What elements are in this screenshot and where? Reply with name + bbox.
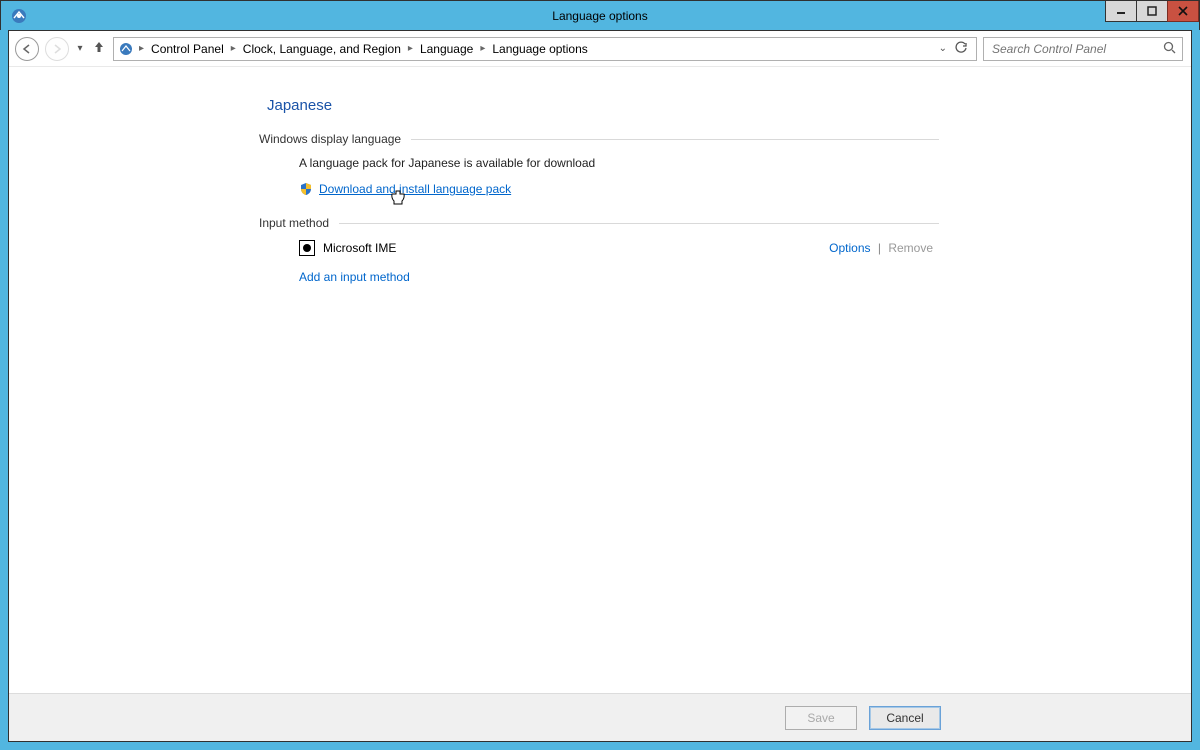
section-label: Windows display language xyxy=(259,132,411,146)
maximize-button[interactable] xyxy=(1136,1,1168,22)
client-area: ▾ ▸ Control Panel ▸ Clock, Language, and… xyxy=(8,30,1192,742)
breadcrumb-item[interactable]: Language options xyxy=(488,42,591,56)
content-area: Japanese Windows display language A lang… xyxy=(9,67,1191,693)
cancel-button[interactable]: Cancel xyxy=(869,706,941,730)
ime-actions: Options | Remove xyxy=(829,241,933,255)
button-bar: Save Cancel xyxy=(9,693,1191,741)
breadcrumb-item[interactable]: Control Panel xyxy=(147,42,228,56)
search-icon[interactable] xyxy=(1163,41,1176,57)
close-button[interactable] xyxy=(1167,1,1199,22)
chevron-right-icon[interactable]: ▸ xyxy=(405,43,416,54)
breadcrumb: Control Panel ▸ Clock, Language, and Reg… xyxy=(147,42,592,56)
minimize-button[interactable] xyxy=(1105,1,1137,22)
recent-locations-dropdown[interactable]: ▾ xyxy=(75,43,85,54)
window-title: Language options xyxy=(1,9,1199,23)
page-title: Japanese xyxy=(267,97,1191,114)
save-button[interactable]: Save xyxy=(785,706,857,730)
section-label: Input method xyxy=(259,216,339,230)
chevron-right-icon[interactable]: ▸ xyxy=(228,43,239,54)
chevron-right-icon[interactable]: ▸ xyxy=(136,43,147,54)
ime-icon xyxy=(299,240,315,256)
ime-remove-link: Remove xyxy=(888,241,933,255)
divider xyxy=(339,223,939,224)
back-button[interactable] xyxy=(15,37,39,61)
forward-button[interactable] xyxy=(45,37,69,61)
add-input-method-link[interactable]: Add an input method xyxy=(299,270,410,284)
breadcrumb-item[interactable]: Language xyxy=(416,42,477,56)
input-method-section: Input method Microsoft IME Options | Rem… xyxy=(259,216,939,284)
address-bar[interactable]: ▸ Control Panel ▸ Clock, Language, and R… xyxy=(113,37,977,61)
search-box[interactable] xyxy=(983,37,1183,61)
system-menu-icon[interactable] xyxy=(7,4,31,28)
display-language-section: Windows display language A language pack… xyxy=(259,132,939,196)
location-icon xyxy=(116,41,136,57)
ime-options-link[interactable]: Options xyxy=(829,241,870,255)
window-controls xyxy=(1106,1,1199,22)
search-input[interactable] xyxy=(990,41,1163,57)
ime-name: Microsoft IME xyxy=(323,241,396,255)
display-language-info: A language pack for Japanese is availabl… xyxy=(299,156,939,170)
address-dropdown-icon[interactable]: ⌄ xyxy=(939,43,947,54)
up-button[interactable] xyxy=(91,40,107,57)
navigation-row: ▾ ▸ Control Panel ▸ Clock, Language, and… xyxy=(9,31,1191,67)
chevron-right-icon[interactable]: ▸ xyxy=(477,43,488,54)
breadcrumb-item[interactable]: Clock, Language, and Region xyxy=(239,42,405,56)
divider xyxy=(411,139,939,140)
refresh-button[interactable] xyxy=(955,41,968,57)
uac-shield-icon xyxy=(299,182,313,196)
download-language-pack-link[interactable]: Download and install language pack xyxy=(319,182,511,196)
title-bar: Language options xyxy=(0,0,1200,30)
